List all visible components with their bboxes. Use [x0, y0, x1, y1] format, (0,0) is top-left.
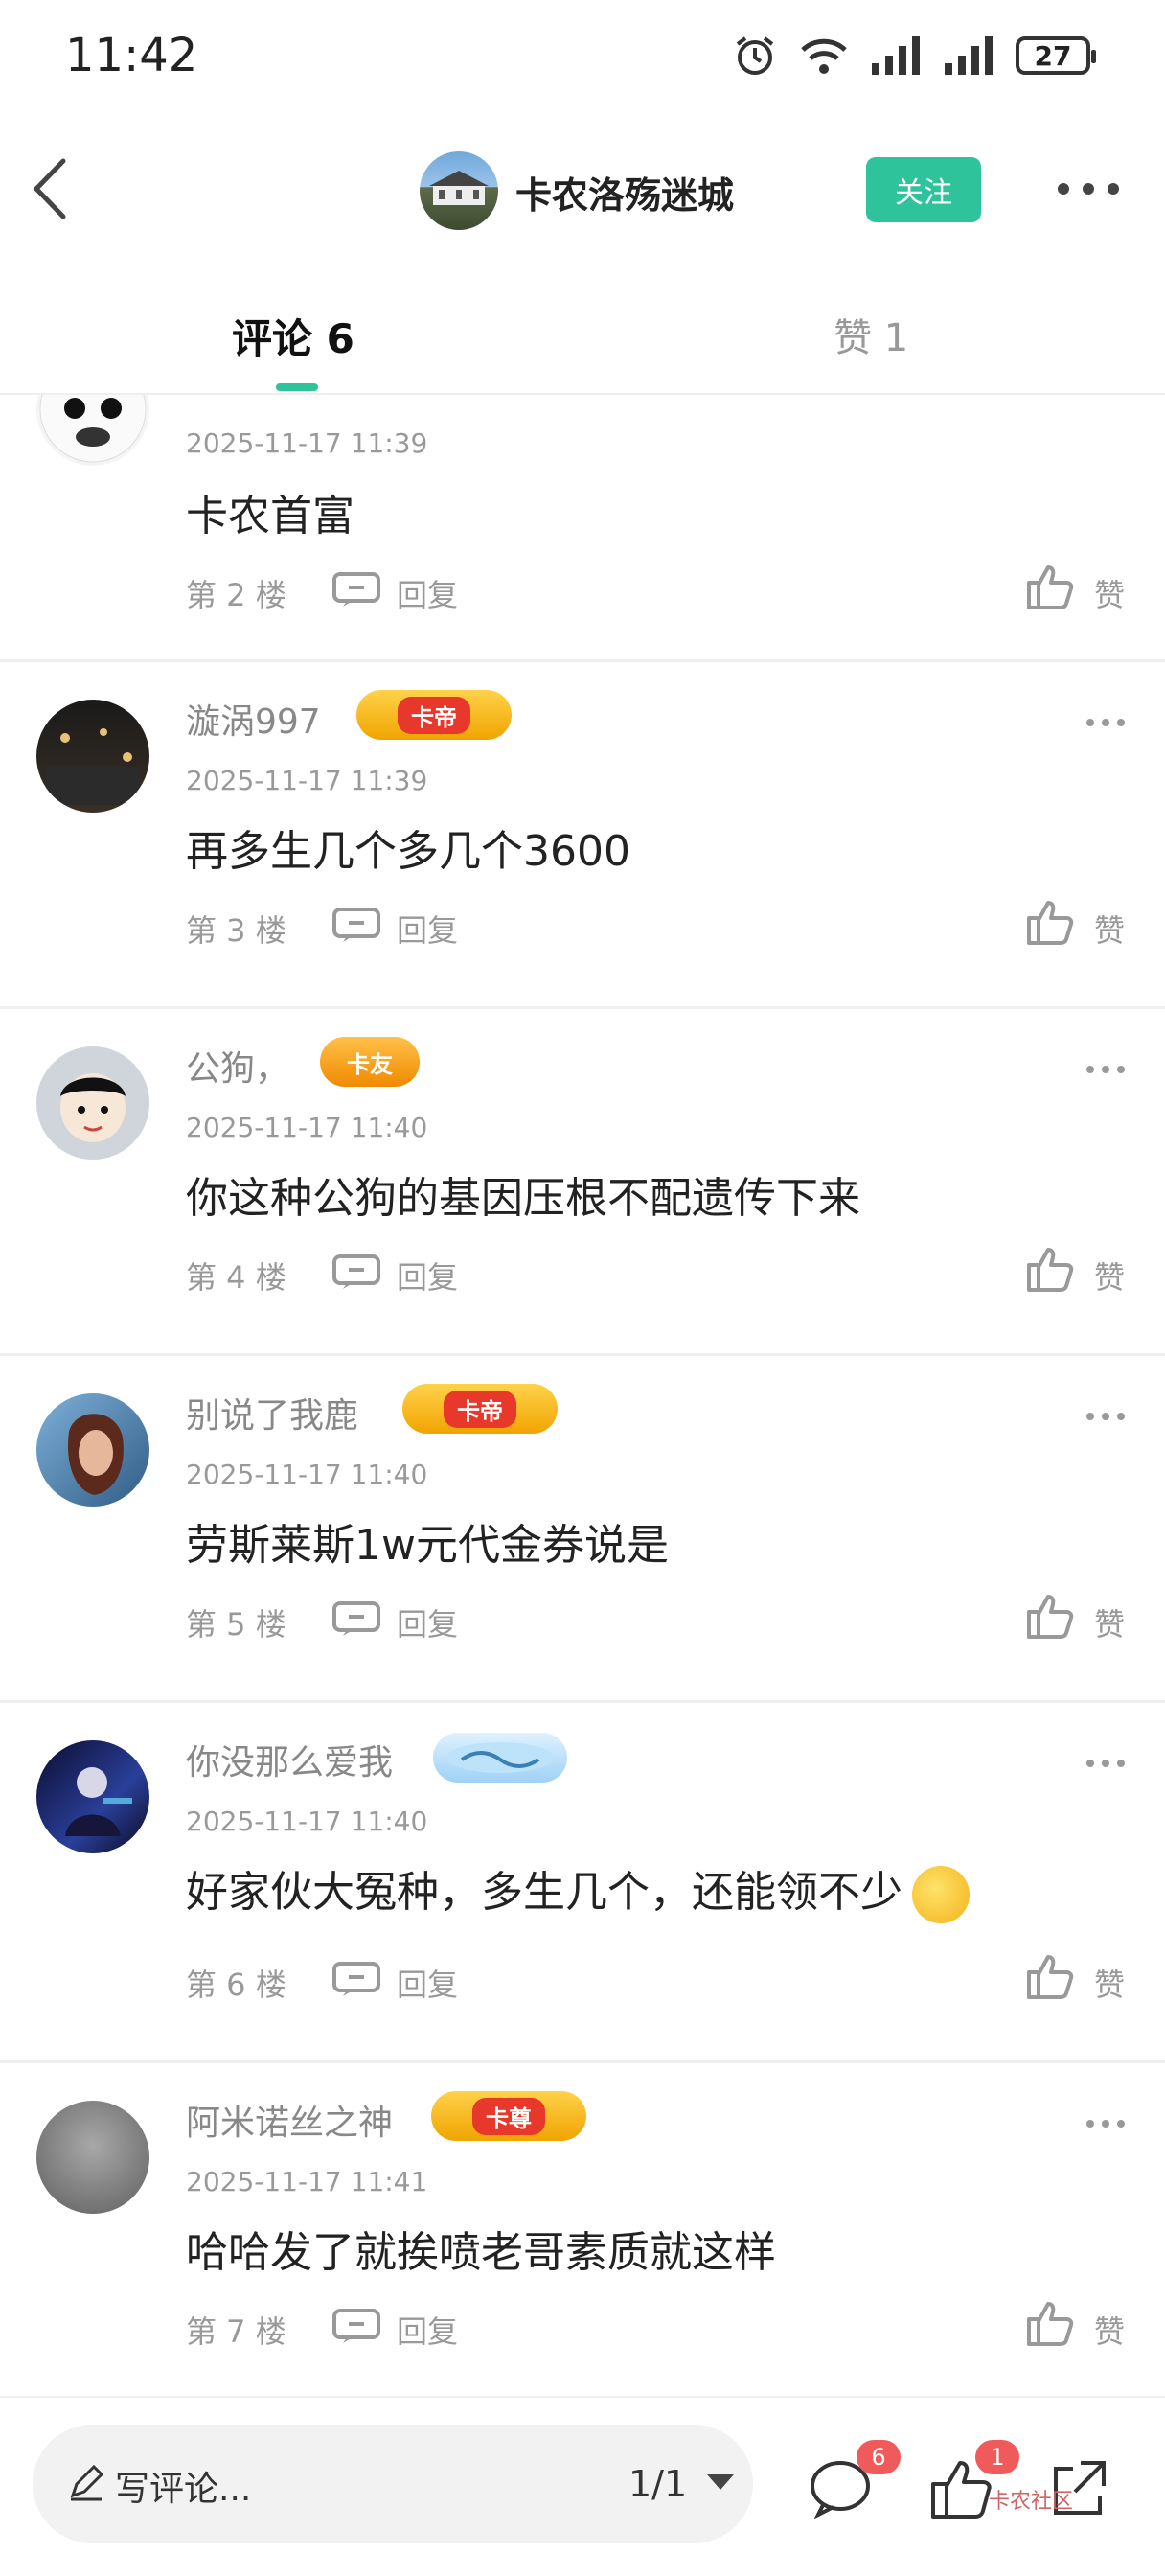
level-badge: 卡帝: [402, 1384, 558, 1434]
level-badge: 卡友: [320, 1037, 420, 1087]
avatar[interactable]: [36, 1393, 149, 1506]
like-button[interactable]: 赞: [1094, 1600, 1125, 1644]
floor-number: 第 2 楼: [186, 577, 286, 613]
thumbs-up-icon[interactable]: [1025, 2298, 1075, 2348]
reply-button[interactable]: 回复: [397, 1961, 458, 2005]
more-options-icon[interactable]: [1058, 174, 1119, 203]
thumbs-up-icon[interactable]: [1025, 1951, 1075, 2001]
avatar[interactable]: [36, 395, 149, 466]
page-title[interactable]: 卡农洛殇迷城: [515, 166, 734, 218]
comment-text[interactable]: 劳斯莱斯1w元代金券说是: [186, 1510, 669, 1572]
reply-button[interactable]: 回复: [397, 2308, 458, 2352]
username[interactable]: 漩涡997: [186, 694, 321, 744]
follow-button[interactable]: 关注: [866, 157, 981, 222]
chevron-down-icon[interactable]: [707, 2474, 734, 2490]
comment-more-icon[interactable]: [1086, 1760, 1125, 1771]
header: 卡农洛殇迷城 关注: [0, 134, 1165, 244]
pen-icon: [70, 2464, 104, 2501]
comment-input[interactable]: 写评论... 1/1: [33, 2425, 753, 2543]
reply-icon[interactable]: [331, 1961, 381, 1997]
like-button[interactable]: 赞: [1094, 1254, 1125, 1298]
status-time: 11:42: [65, 29, 198, 82]
tab-likes[interactable]: 赞 1: [834, 307, 908, 362]
level-badge: 卡尊: [431, 2091, 586, 2141]
watermark: 卡农社区: [989, 2490, 1074, 2514]
comment-more-icon[interactable]: [1086, 1413, 1125, 1424]
level-badge: 卡帝: [356, 690, 512, 740]
avatar[interactable]: [36, 1046, 149, 1160]
comment-count-badge: 6: [857, 2440, 901, 2474]
list-item: 2025-11-17 11:39 卡农首富 第 2 楼 回复 赞: [0, 395, 1165, 662]
avatar[interactable]: [36, 1740, 149, 1853]
floor-number: 第 6 楼: [186, 1966, 286, 2003]
reply-icon[interactable]: [331, 1254, 381, 1290]
like-button[interactable]: 赞: [1094, 907, 1125, 951]
reply-icon[interactable]: [331, 907, 381, 943]
comment-list[interactable]: 2025-11-17 11:39 卡农首富 第 2 楼 回复 赞 漩涡997 卡…: [0, 395, 1165, 2396]
battery-icon: 27: [1016, 36, 1096, 75]
username[interactable]: 公狗，: [186, 1041, 289, 1091]
comment-time: 2025-11-17 11:40: [186, 1806, 428, 1837]
bottom-bar: 写评论... 1/1 6 1 卡农社区: [0, 2396, 1165, 2576]
floor-number: 第 3 楼: [186, 912, 286, 949]
status-icons: 27: [732, 33, 1096, 79]
signal-icon: [872, 36, 920, 75]
reply-button[interactable]: 回复: [397, 907, 458, 951]
like-count-badge: 1: [975, 2440, 1019, 2474]
comment-text[interactable]: 哈哈发了就挨喷老哥素质就这样: [186, 2218, 776, 2279]
tab-indicator: [276, 383, 318, 391]
avatar[interactable]: [36, 2101, 149, 2214]
username[interactable]: 你没那么爱我: [186, 1735, 393, 1784]
reply-icon[interactable]: [331, 1600, 381, 1637]
list-item: 你没那么爱我 2025-11-17 11:40 好家伙大冤种，多生几个，还能领不…: [0, 1702, 1165, 2063]
floor-number: 第 7 楼: [186, 2313, 286, 2350]
comment-text[interactable]: 好家伙大冤种，多生几个，还能领不少: [186, 1857, 970, 1923]
list-item: 漩涡997 卡帝 2025-11-17 11:39 再多生几个多几个3600 第…: [0, 661, 1165, 1009]
comment-placeholder: 写评论...: [115, 2470, 252, 2509]
like-button[interactable]: 赞: [1094, 571, 1125, 615]
comment-time: 2025-11-17 11:40: [186, 1459, 428, 1490]
comment-more-icon[interactable]: [1086, 1066, 1125, 1077]
like-button[interactable]: 赞: [1094, 1961, 1125, 2005]
emoji-icon: [912, 1866, 970, 1923]
comment-time: 2025-11-17 11:39: [186, 765, 428, 796]
comment-text[interactable]: 你这种公狗的基因压根不配遗传下来: [186, 1163, 860, 1225]
comment-time: 2025-11-17 11:39: [186, 427, 428, 459]
comment-time: 2025-11-17 11:41: [186, 2166, 428, 2197]
list-item: 公狗， 卡友 2025-11-17 11:40 你这种公狗的基因压根不配遗传下来…: [0, 1008, 1165, 1356]
back-icon[interactable]: [25, 155, 82, 222]
like-button[interactable]: 赞: [1094, 2308, 1125, 2352]
page-counter[interactable]: 1/1: [628, 2463, 687, 2505]
list-item: 阿米诺丝之神 卡尊 2025-11-17 11:41 哈哈发了就挨喷老哥素质就这…: [0, 2062, 1165, 2396]
reply-icon[interactable]: [331, 2308, 381, 2344]
thumbs-up-icon[interactable]: [1025, 897, 1075, 947]
comment-more-icon[interactable]: [1086, 2120, 1125, 2131]
username[interactable]: 别说了我鹿: [186, 1388, 358, 1438]
reply-icon[interactable]: [331, 571, 381, 608]
tab-comments[interactable]: 评论 6: [232, 307, 354, 365]
comment-text[interactable]: 再多生几个多几个3600: [186, 816, 630, 878]
signal-icon-2: [945, 36, 993, 75]
thumbs-up-icon[interactable]: [1025, 1591, 1075, 1641]
username[interactable]: 阿米诺丝之神: [186, 2095, 393, 2145]
comment-text[interactable]: 卡农首富: [186, 481, 354, 542]
tab-bar: 评论 6 赞 1: [0, 288, 1165, 395]
comment-time: 2025-11-17 11:40: [186, 1112, 428, 1143]
alarm-icon: [736, 36, 774, 75]
wifi-icon: [801, 38, 847, 74]
reply-button[interactable]: 回复: [397, 1254, 458, 1298]
status-bar: 11:42 27: [0, 0, 1165, 115]
floor-number: 第 5 楼: [186, 1606, 286, 1643]
community-avatar[interactable]: [420, 151, 498, 230]
floor-number: 第 4 楼: [186, 1259, 286, 1296]
list-item: 别说了我鹿 卡帝 2025-11-17 11:40 劳斯莱斯1w元代金券说是 第…: [0, 1355, 1165, 1703]
comment-more-icon[interactable]: [1086, 719, 1125, 730]
avatar[interactable]: [36, 700, 149, 813]
thumbs-up-icon[interactable]: [1025, 562, 1075, 611]
reply-button[interactable]: 回复: [397, 571, 458, 615]
reply-button[interactable]: 回复: [397, 1600, 458, 1644]
level-badge: [433, 1733, 567, 1782]
thumbs-up-icon[interactable]: [1025, 1244, 1075, 1294]
